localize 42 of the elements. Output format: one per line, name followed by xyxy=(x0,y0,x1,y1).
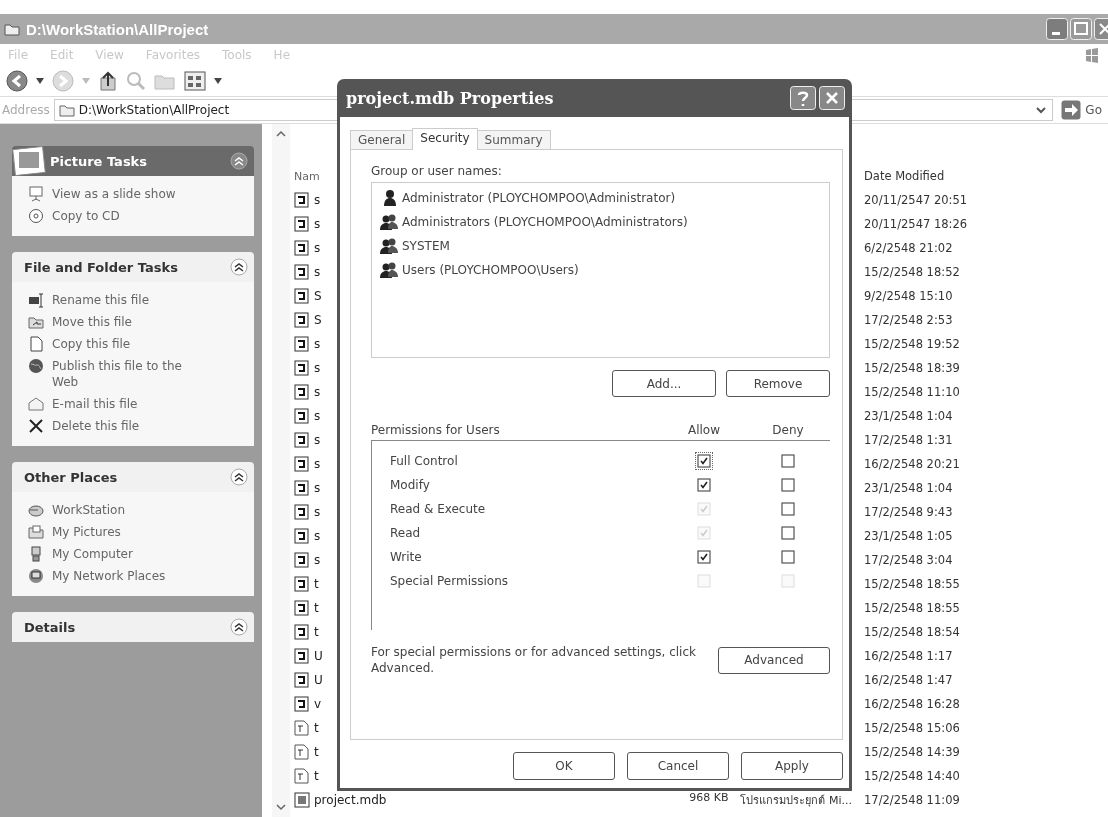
window-title: D:\WorkStation\AllProject xyxy=(26,20,209,38)
date-modified: 16/2/2548 16:28 xyxy=(863,697,961,711)
date-modified: 6/2/2548 21:02 xyxy=(863,241,954,255)
permission-name: Read & Execute xyxy=(389,502,487,516)
date-modified: 23/1/2548 1:04 xyxy=(863,481,954,495)
date-modified: 15/2/2548 19:52 xyxy=(863,337,961,351)
date-modified: 15/2/2548 18:54 xyxy=(863,625,961,639)
date-modified: 15/2/2548 14:40 xyxy=(863,769,961,783)
permissions-label: Permissions for Users xyxy=(371,423,501,437)
column-header: Allow xyxy=(686,423,721,437)
date-modified: 17/2/2548 3:04 xyxy=(863,553,954,567)
dialog-title: project.mdb Properties xyxy=(346,88,554,108)
permission-name: Modify xyxy=(389,478,431,492)
date-modified: 15/2/2548 11:10 xyxy=(863,385,961,399)
permission-name: Special Permissions xyxy=(389,574,510,588)
permission-name: Full Control xyxy=(389,454,459,468)
date-modified: 16/2/2548 1:17 xyxy=(863,649,954,663)
date-modified: 23/1/2548 1:04 xyxy=(863,409,954,423)
advanced-hint: For special permissions or for advanced settings, click Advanced. xyxy=(371,644,697,676)
date-modified: 17/2/2548 2:53 xyxy=(863,313,954,327)
date-modified: 17/2/2548 1:31 xyxy=(863,433,954,447)
date-modified: 15/2/2548 15:06 xyxy=(863,721,961,735)
date-modified: 15/2/2548 14:39 xyxy=(863,745,961,759)
date-modified: 23/1/2548 1:05 xyxy=(863,529,954,543)
date-modified: 15/2/2548 18:55 xyxy=(863,601,961,615)
file-size: 968 KB xyxy=(689,791,729,806)
date-modified: 15/2/2548 18:55 xyxy=(863,577,961,591)
date-modified: 20/11/2547 18:26 xyxy=(863,217,969,231)
date-modified: 16/2/2548 20:21 xyxy=(863,457,961,471)
permission-name: Read xyxy=(389,526,422,540)
file-type: โปรแกรมประยุกต์ Mi... xyxy=(740,793,852,809)
date-modified: 16/2/2548 1:47 xyxy=(863,673,954,687)
date-modified: 15/2/2548 18:52 xyxy=(863,265,961,279)
address-label: Address xyxy=(2,103,50,117)
date-modified: 17/2/2548 9:43 xyxy=(863,505,954,519)
date-modified: 9/2/2548 15:10 xyxy=(863,289,954,303)
group-label: Group or user names: xyxy=(371,164,503,178)
date-modified: 15/2/2548 18:39 xyxy=(863,361,961,375)
date-modified: 17/2/2548 11:09 xyxy=(863,793,961,807)
permission-name: Write xyxy=(389,550,423,564)
date-modified: 20/11/2547 20:51 xyxy=(863,193,969,207)
column-header: Deny xyxy=(771,423,805,437)
